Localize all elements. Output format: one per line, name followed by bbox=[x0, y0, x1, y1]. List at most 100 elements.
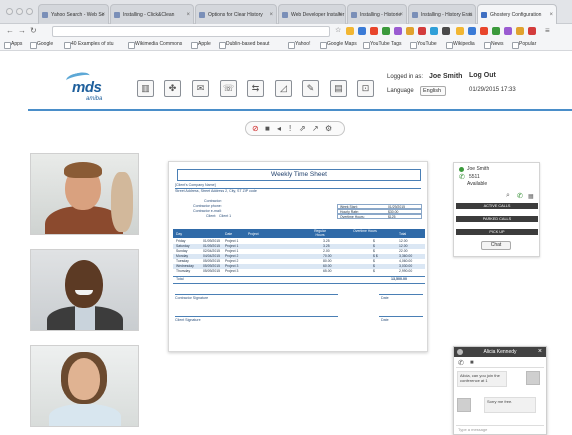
close-window-button[interactable] bbox=[6, 8, 13, 15]
video-icon[interactable]: ■ bbox=[470, 360, 474, 366]
search-icon[interactable]: ⌕ bbox=[506, 192, 510, 200]
group-icon[interactable]: ✤ bbox=[164, 80, 181, 97]
bookmark-link[interactable]: Wikimedia Commons bbox=[128, 39, 182, 50]
bookmark-link[interactable]: Wikipedia bbox=[446, 39, 475, 50]
call-controls: ⊘ ■ ◂ ! ⇗ ↗ ⚙ bbox=[245, 121, 345, 136]
field-label: Client: bbox=[206, 214, 217, 218]
bookmark-link[interactable]: Apple bbox=[191, 39, 211, 50]
extension-icon[interactable] bbox=[358, 27, 366, 35]
menu-icon[interactable]: ≡ bbox=[545, 26, 550, 36]
bookmark-link[interactable]: Google bbox=[30, 39, 53, 50]
extension-icon[interactable] bbox=[382, 27, 390, 35]
mic-icon[interactable]: ! bbox=[289, 123, 291, 135]
extension-icon[interactable] bbox=[528, 27, 536, 35]
active-calls-button[interactable]: ACTIVE CALLS bbox=[456, 203, 538, 209]
signature-line bbox=[379, 294, 423, 295]
extension-icon[interactable] bbox=[406, 27, 414, 35]
parked-calls-button[interactable]: PARKED CALLS bbox=[456, 216, 538, 222]
chart-icon[interactable]: ◿ bbox=[275, 80, 292, 97]
video-icon[interactable]: ■ bbox=[265, 123, 270, 135]
extension-icon[interactable] bbox=[516, 27, 524, 35]
bookmark-link[interactable]: YouTube bbox=[410, 39, 437, 50]
reload-icon[interactable]: ↻ bbox=[30, 26, 37, 36]
mail-icon[interactable]: ✉ bbox=[192, 80, 209, 97]
bookmark-link[interactable]: Dublin-based beaut bbox=[219, 39, 269, 50]
browser-tab-active[interactable]: Ghostery Configuration × bbox=[477, 4, 557, 24]
logo-text: mds bbox=[72, 79, 102, 96]
cell-day: Thursday bbox=[176, 269, 191, 273]
shared-document[interactable]: Weekly Time Sheet [Client's Company Name… bbox=[168, 161, 428, 352]
browser-tab[interactable]: Installing - Click&Clean × bbox=[110, 4, 194, 24]
extension-icon[interactable] bbox=[492, 27, 500, 35]
bookmark-link[interactable]: 40 Examples of stu bbox=[64, 39, 114, 50]
extension-icon[interactable] bbox=[480, 27, 488, 35]
language-select[interactable]: English bbox=[420, 86, 446, 96]
bookmark-link[interactable]: Popular bbox=[512, 39, 536, 50]
pin-icon[interactable]: ↗ bbox=[312, 123, 319, 135]
extension-icon[interactable] bbox=[346, 27, 354, 35]
close-tab-icon[interactable]: × bbox=[549, 5, 553, 24]
call-transfer-icon[interactable]: ⇆ bbox=[247, 80, 264, 97]
address-bar[interactable] bbox=[52, 26, 330, 37]
browser-tab[interactable]: Installing - Historie × bbox=[347, 4, 407, 24]
extension-icon[interactable] bbox=[394, 27, 402, 35]
bookmark-link[interactable]: News bbox=[484, 39, 504, 50]
transfer-icon[interactable]: ⇗ bbox=[299, 123, 306, 135]
bookmark-link[interactable]: Google Maps bbox=[320, 39, 357, 50]
close-tab-icon[interactable]: × bbox=[186, 5, 190, 24]
chat-window: Alicia Kennedy × ✆ ■ Alicia, can you joi… bbox=[453, 346, 547, 435]
extension-icon[interactable] bbox=[370, 27, 378, 35]
close-tab-icon[interactable]: × bbox=[399, 5, 403, 24]
video-feed-3[interactable] bbox=[30, 345, 139, 427]
minimize-window-button[interactable] bbox=[16, 8, 23, 15]
close-tab-icon[interactable]: × bbox=[468, 5, 472, 24]
phone-icon[interactable]: ✆ bbox=[458, 359, 464, 367]
extension-icon[interactable] bbox=[468, 27, 476, 35]
bookmark-link[interactable]: Yahoo! bbox=[288, 39, 310, 50]
speaker-icon[interactable]: ◂ bbox=[277, 123, 281, 135]
close-tab-icon[interactable]: × bbox=[101, 5, 105, 24]
tab-label: Yahoo Search - Web Se bbox=[51, 12, 105, 18]
back-icon[interactable]: ← bbox=[6, 26, 14, 36]
chat-button[interactable]: Chat bbox=[481, 241, 511, 250]
wrench-icon[interactable]: ✎ bbox=[302, 80, 319, 97]
extension-icon[interactable] bbox=[504, 27, 512, 35]
close-tab-icon[interactable]: × bbox=[269, 5, 273, 24]
bookmark-link[interactable]: YouTube Tags bbox=[363, 39, 402, 50]
mute-video-icon[interactable]: ⊘ bbox=[252, 123, 259, 135]
contact-card-icon[interactable]: ⊡ bbox=[357, 80, 374, 97]
column-header: Overtime Hours bbox=[353, 229, 377, 233]
video-feed-2[interactable] bbox=[30, 249, 139, 331]
logout-link[interactable]: Log Out bbox=[469, 72, 496, 79]
extension-icon[interactable] bbox=[418, 27, 426, 35]
contractor-signature-label: Contractor Signature bbox=[175, 296, 209, 300]
tab-label: Installing - History Eras bbox=[421, 12, 473, 18]
answer-call-icon[interactable]: ✆ bbox=[517, 192, 523, 200]
current-datetime: 01/29/2015 17:33 bbox=[469, 87, 516, 93]
favicon-icon bbox=[481, 12, 487, 18]
tab-label: Options for Clear History bbox=[208, 12, 263, 18]
message-input[interactable]: Type a message bbox=[456, 425, 544, 434]
browser-tab[interactable]: Yahoo Search - Web Se × bbox=[38, 4, 109, 24]
forward-icon[interactable]: → bbox=[18, 26, 26, 36]
video-feed-1[interactable] bbox=[30, 153, 139, 235]
pick-up-button[interactable]: PICK UP bbox=[456, 229, 538, 235]
close-icon[interactable]: × bbox=[538, 347, 542, 357]
building-icon[interactable]: ▤ bbox=[330, 80, 347, 97]
extension-icon[interactable] bbox=[456, 27, 464, 35]
phone-icon[interactable]: ☏ bbox=[220, 80, 237, 97]
close-tab-icon[interactable]: × bbox=[338, 5, 342, 24]
settings-icon[interactable]: ⚙ bbox=[325, 123, 332, 135]
tab-label: Installing - Click&Clean bbox=[123, 12, 175, 18]
zoom-window-button[interactable] bbox=[26, 8, 33, 15]
extension-icon[interactable] bbox=[442, 27, 450, 35]
book-icon[interactable]: ▥ bbox=[137, 80, 154, 97]
signature-line bbox=[175, 316, 338, 317]
browser-tab[interactable]: Options for Clear History × bbox=[195, 4, 277, 24]
browser-tab[interactable]: Installing - History Eras × bbox=[408, 4, 476, 24]
extension-icon[interactable] bbox=[430, 27, 438, 35]
browser-tab[interactable]: Web Developer Installer × bbox=[278, 4, 346, 24]
dialpad-icon[interactable]: ▦ bbox=[528, 193, 534, 200]
bookmark-star-icon[interactable]: ☆ bbox=[335, 26, 341, 36]
bookmark-apps[interactable]: Apps bbox=[4, 39, 22, 50]
